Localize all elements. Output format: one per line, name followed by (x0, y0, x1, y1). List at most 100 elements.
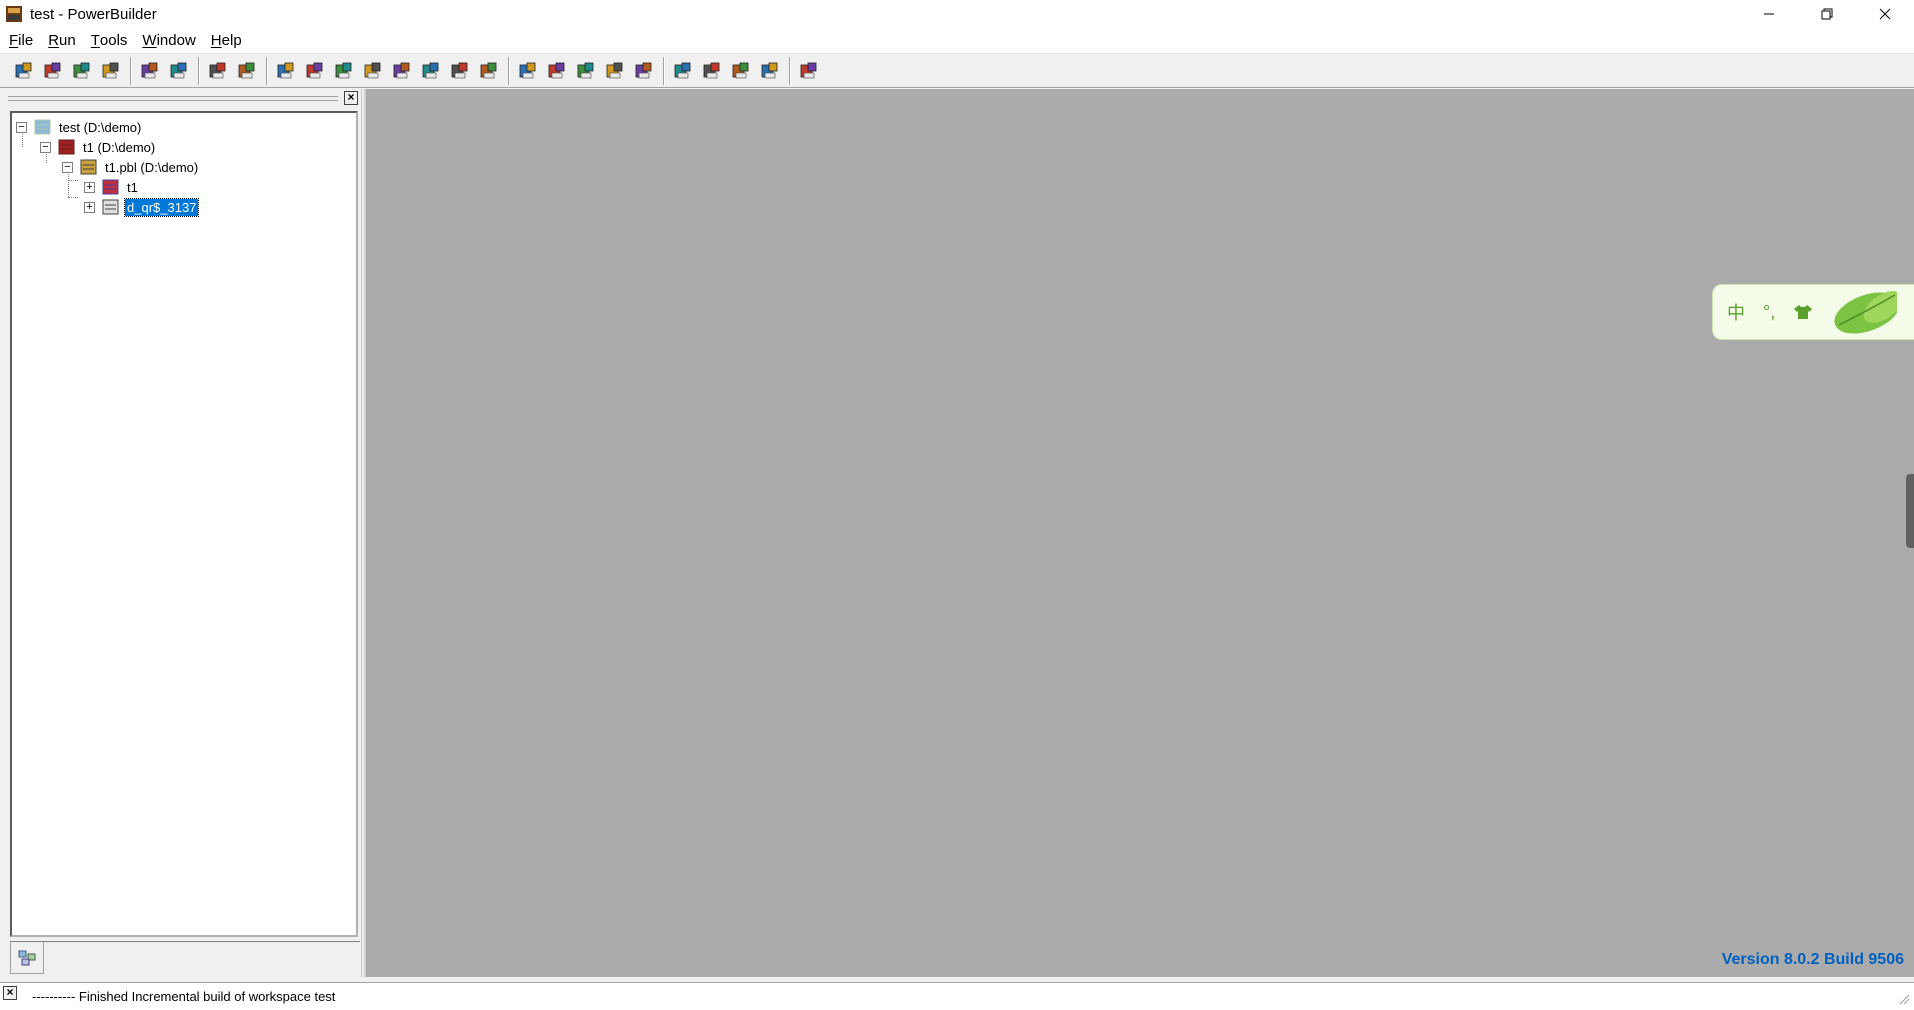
menu-file[interactable]: File (4, 32, 43, 49)
leaf-decoration-icon (1834, 291, 1898, 334)
output-close-button[interactable]: × (3, 986, 17, 1000)
powerbuilder-window: test - PowerBuilder File Run Tools Window He… (0, 0, 1914, 1010)
ime-toolbar[interactable]: 中 °, (1712, 284, 1914, 340)
mdi-client-area: 中 °, Version 8.0.2 Build 9506 (364, 89, 1914, 977)
tree-node-label[interactable]: t1.pbl (D:\demo) (103, 159, 200, 176)
expand-icon (209, 62, 226, 78)
deploy-button[interactable] (543, 57, 571, 85)
system-tree-tab[interactable] (10, 942, 44, 974)
layout2-button[interactable] (165, 57, 193, 85)
side-dock-handle[interactable] (1906, 474, 1914, 548)
version-label: Version 8.0.2 Build 9506 (1721, 951, 1904, 968)
build-button[interactable] (514, 57, 542, 85)
collapse-node-icon[interactable]: − (40, 141, 51, 153)
minimize-button[interactable] (1740, 0, 1798, 28)
application-button[interactable] (301, 57, 329, 85)
pipeline-button[interactable] (417, 57, 445, 85)
new-button[interactable] (10, 57, 38, 85)
menu-tools[interactable]: Tools (86, 32, 138, 49)
pbl-library-icon (79, 158, 99, 176)
toolbar-separator (198, 56, 200, 85)
browser-button[interactable] (446, 57, 474, 85)
collapse-node-icon[interactable]: − (62, 161, 73, 173)
expand-button[interactable] (204, 57, 232, 85)
exit-button[interactable] (795, 57, 823, 85)
expand-node-icon[interactable]: + (84, 201, 95, 213)
expand-node-icon[interactable]: + (84, 181, 95, 193)
inherit-icon (44, 62, 61, 78)
select-run-icon (732, 62, 749, 78)
library-painter-icon (277, 62, 294, 78)
minimize-icon (1764, 13, 1774, 15)
menu-run[interactable]: Run (43, 32, 86, 49)
target-icon (57, 138, 77, 156)
build-icon (519, 62, 536, 78)
tree-node[interactable]: − t1.pbl (D:\demo) (62, 157, 200, 177)
layout2-icon (170, 62, 187, 78)
profile-button[interactable] (756, 57, 784, 85)
full-build-button[interactable] (630, 57, 658, 85)
run-button[interactable] (698, 57, 726, 85)
application-object-icon (101, 178, 121, 196)
tree-node[interactable]: + d_qr$_3137 (84, 197, 200, 217)
script-icon (480, 62, 497, 78)
collapse-node-icon[interactable]: − (16, 121, 27, 133)
dbadmin-button[interactable] (388, 57, 416, 85)
menu-help[interactable]: Help (206, 32, 252, 49)
tree-node-label[interactable]: d_qr$_3137 (123, 197, 200, 217)
exit-icon (800, 62, 817, 78)
regen-icon (606, 62, 623, 78)
ime-punct-toggle[interactable]: °, (1763, 302, 1775, 323)
shirt-icon[interactable] (1793, 304, 1813, 320)
resize-grip-icon[interactable] (1896, 991, 1910, 1005)
window-title: test - PowerBuilder (30, 5, 157, 23)
restore-icon (1821, 8, 1833, 20)
datawindow-icon (101, 198, 121, 216)
debug-icon (674, 62, 691, 78)
script-button[interactable] (475, 57, 503, 85)
tree-node-label[interactable]: test (D:\demo) (57, 119, 143, 136)
collapse-button[interactable] (233, 57, 261, 85)
restore-button[interactable] (1798, 0, 1856, 28)
close-button[interactable] (1856, 0, 1914, 28)
preview-button[interactable] (97, 57, 125, 85)
new-icon (15, 62, 32, 78)
toolbar-separator (789, 56, 791, 85)
tree-node[interactable]: + t1 (84, 177, 140, 197)
select-run-button[interactable] (727, 57, 755, 85)
tree-node-label[interactable]: t1 (125, 179, 140, 196)
tree-node[interactable]: − t1 (D:\demo) (40, 137, 157, 157)
main-toolbar (0, 54, 1914, 88)
close-icon (1879, 8, 1891, 20)
tree-node-label[interactable]: t1 (D:\demo) (81, 139, 157, 156)
output-bar: × ---------- Finished Incremental build … (0, 982, 1914, 1010)
profile-icon (761, 62, 778, 78)
layout-button[interactable] (136, 57, 164, 85)
deploy-all-button[interactable] (572, 57, 600, 85)
preview-icon (102, 62, 119, 78)
library-icon (364, 62, 381, 78)
inherit-button[interactable] (39, 57, 67, 85)
panel-tab-strip (10, 941, 360, 975)
panel-grip[interactable] (8, 96, 338, 101)
workspace-icon (18, 950, 36, 965)
panel-close-button[interactable]: × (344, 91, 358, 105)
application-icon (306, 62, 323, 78)
collapse-icon (238, 62, 255, 78)
full-build-icon (635, 62, 652, 78)
ime-mode-toggle[interactable]: 中 (1727, 299, 1745, 325)
database-icon (335, 62, 352, 78)
library-button[interactable] (359, 57, 387, 85)
layout-icon (141, 62, 158, 78)
menu-window[interactable]: Window (137, 32, 205, 49)
tree-node[interactable]: − test (D:\demo) (16, 117, 143, 137)
menu-bar: File Run Tools Window Help (0, 28, 1914, 54)
open-button[interactable] (68, 57, 96, 85)
regen-button[interactable] (601, 57, 629, 85)
system-tree-panel: × − test (D:\demo) − t1 (D:\demo) − t1.pbl (D… (0, 89, 362, 977)
system-tree[interactable]: − test (D:\demo) − t1 (D:\demo) − t1.pbl (D:\… (10, 111, 358, 937)
library-painter-button[interactable] (272, 57, 300, 85)
toolbar-separator (663, 56, 665, 85)
database-button[interactable] (330, 57, 358, 85)
debug-button[interactable] (669, 57, 697, 85)
